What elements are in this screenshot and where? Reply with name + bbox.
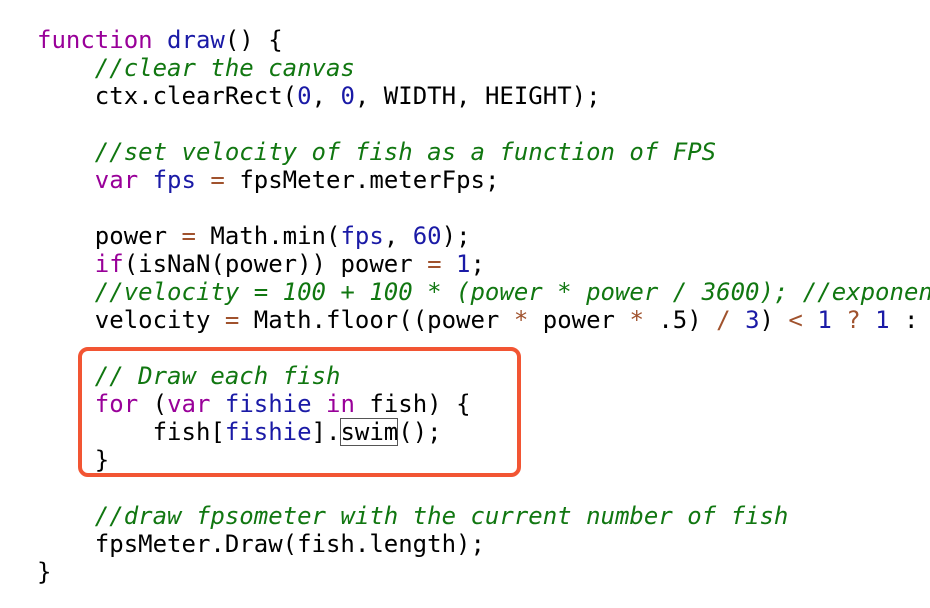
code-token: , xyxy=(383,222,413,250)
code-token: = xyxy=(224,306,240,334)
code-line: function draw() { xyxy=(37,26,930,54)
code-token: < xyxy=(788,306,803,334)
code-token: 60 xyxy=(412,222,442,250)
code-token: fps xyxy=(152,166,196,194)
highlight-annotation-box xyxy=(78,347,521,477)
code-token: 1 xyxy=(875,306,890,334)
code-token: 0 xyxy=(297,82,312,110)
code-token: Math.floor((power xyxy=(239,306,514,334)
code-token: var xyxy=(94,166,139,194)
code-token: velocity xyxy=(37,306,225,334)
code-block: function draw() { //clear the canvas ctx… xyxy=(37,26,930,586)
code-line: } xyxy=(37,558,930,586)
code-token: fpsMeter.Draw(fish.length); xyxy=(37,530,485,558)
code-token: 1 xyxy=(817,306,832,334)
code-token: fpsMeter.meterFps; xyxy=(224,166,500,194)
code-token: () { xyxy=(224,26,283,54)
code-line: var fps = fpsMeter.meterFps; xyxy=(37,166,930,194)
code-line: power = Math.min(fps, 60); xyxy=(37,222,930,250)
code-token: 0 xyxy=(340,82,355,110)
code-token: power xyxy=(528,306,630,334)
code-token: Math.min( xyxy=(195,222,341,250)
code-token: } xyxy=(37,558,52,586)
code-token: //draw fpsometer with the current number… xyxy=(37,502,789,530)
code-line: //velocity = 100 + 100 * (power * power … xyxy=(37,278,930,306)
code-token: = xyxy=(210,166,225,194)
code-token: fps xyxy=(340,222,384,250)
code-token: , xyxy=(311,82,341,110)
code-token: ; xyxy=(470,250,485,278)
code-token: //velocity = 100 + 100 * (power * power … xyxy=(37,278,930,306)
code-line: //clear the canvas xyxy=(37,54,930,82)
code-token: 1 xyxy=(456,250,471,278)
code-token: ) xyxy=(759,306,789,334)
code-token: = xyxy=(181,222,196,250)
code-token: if xyxy=(94,250,124,278)
code-token: //clear the canvas xyxy=(37,54,355,82)
code-token: power xyxy=(37,222,182,250)
code-line: if(isNaN(power)) power = 1; xyxy=(37,250,930,278)
code-token: = xyxy=(427,250,442,278)
code-token: draw xyxy=(167,26,225,54)
code-token: ); xyxy=(441,222,471,250)
code-line: velocity = Math.floor((power * power * .… xyxy=(37,306,930,334)
code-token: : xyxy=(889,306,919,334)
code-token: function xyxy=(37,26,168,54)
code-token: ? xyxy=(846,306,861,334)
code-line: //set velocity of fish as a function of … xyxy=(37,138,930,166)
code-token: , WIDTH, HEIGHT); xyxy=(354,82,601,110)
code-token: (isNaN(power)) power xyxy=(123,250,428,278)
code-token: * xyxy=(513,306,529,334)
code-token: / xyxy=(716,306,731,334)
code-token: 3 xyxy=(745,306,760,334)
code-line: ctx.clearRect(0, 0, WIDTH, HEIGHT); xyxy=(37,82,930,110)
code-token: * xyxy=(629,306,644,334)
code-line: fpsMeter.Draw(fish.length); xyxy=(37,530,930,558)
code-token: //set velocity of fish as a function of … xyxy=(37,138,717,166)
code-line: //draw fpsometer with the current number… xyxy=(37,502,930,530)
code-token: .5) xyxy=(643,306,717,334)
code-token: ctx.clearRect( xyxy=(37,82,298,110)
